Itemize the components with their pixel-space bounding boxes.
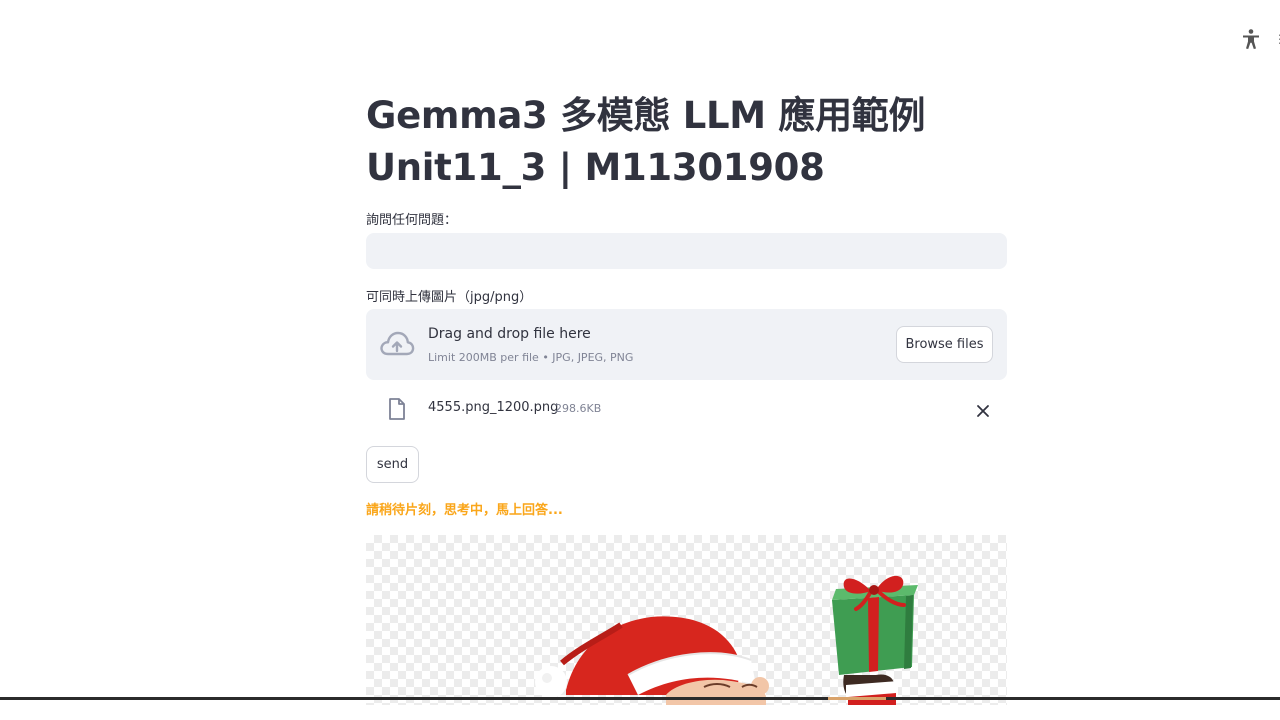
- main-content: Gemma3 多模態 LLM 應用範例 Unit11_3 | M11301908…: [366, 90, 1007, 705]
- remove-file-button[interactable]: [972, 400, 994, 422]
- uploaded-file-item: 4555.png_1200.png 298.6KB: [366, 390, 1007, 430]
- page-title: Gemma3 多模態 LLM 應用範例 Unit11_3 | M11301908: [366, 90, 1007, 194]
- file-icon: [389, 398, 405, 420]
- page-title-line2: Unit11_3 | M11301908: [366, 146, 825, 189]
- dropzone-title: Drag and drop file here: [428, 326, 591, 342]
- upload-label: 可同時上傳圖片（jpg/png）: [366, 290, 533, 305]
- question-input[interactable]: [366, 233, 1007, 269]
- uploaded-file-size: 298.6KB: [555, 402, 602, 415]
- app-page: ⋮ Gemma3 多模態 LLM 應用範例 Unit11_3 | M113019…: [0, 0, 1280, 720]
- close-icon: [977, 405, 989, 417]
- accessibility-icon[interactable]: [1240, 28, 1262, 50]
- cloud-upload-icon: [380, 331, 415, 356]
- taskbar-active-indicator: [828, 697, 886, 700]
- uploaded-image-preview: [366, 535, 1007, 705]
- question-label: 詢問任何問題：: [366, 213, 458, 228]
- gift-box: [832, 575, 918, 675]
- uploaded-file-name: 4555.png_1200.png: [428, 400, 559, 415]
- santa-hat-pompom: [535, 666, 567, 698]
- status-message: 請稍待片刻，思考中，馬上回答...: [366, 503, 563, 518]
- settings-menu-icon[interactable]: ⋮: [1274, 32, 1280, 46]
- browse-files-button[interactable]: Browse files: [896, 326, 993, 363]
- send-button[interactable]: send: [366, 446, 419, 483]
- dropzone-limit-text: Limit 200MB per file • JPG, JPEG, PNG: [428, 351, 634, 364]
- file-dropzone[interactable]: Drag and drop file here Limit 200MB per …: [366, 309, 1007, 380]
- taskbar-edge: [0, 697, 1280, 700]
- santa-illustration: [535, 575, 918, 705]
- page-title-line1: Gemma3 多模態 LLM 應用範例: [366, 94, 926, 137]
